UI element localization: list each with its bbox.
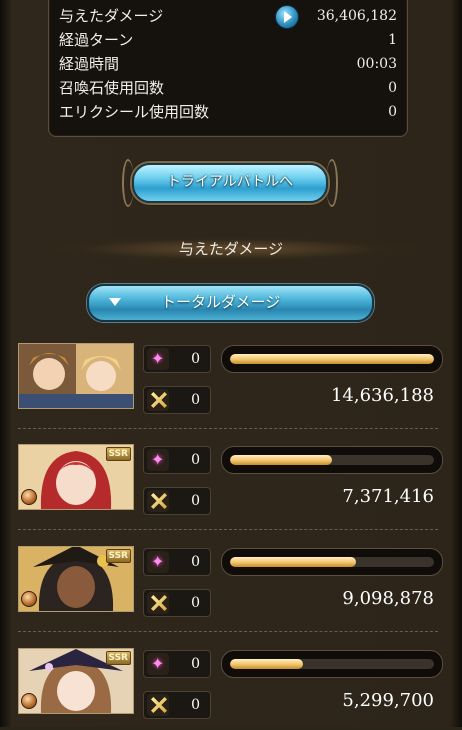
skill-counter: 0 — [143, 386, 211, 414]
damage-bar-fill — [230, 659, 304, 669]
caret-down-icon — [109, 298, 121, 306]
stat-row-time: 経過時間 00:03 — [57, 53, 399, 75]
stat-value: 0 — [388, 80, 397, 96]
character-row: SSR ✦ 0 0 7,371,416 — [18, 444, 444, 526]
stat-value: 36,406,182 — [316, 8, 397, 24]
stat-label: 召喚石使用回数 — [59, 79, 165, 97]
element-icon — [21, 693, 37, 709]
ornament-left — [122, 159, 134, 207]
trial-battle-label: トライアルバトルへ — [166, 174, 294, 190]
stat-row-turns: 経過ターン 1 — [57, 29, 399, 51]
row-divider — [18, 631, 438, 632]
stat-value: 1 — [388, 32, 397, 48]
skill-counter: 0 — [143, 589, 211, 617]
section-title: 与えたダメージ — [178, 240, 284, 258]
crossed-swords-icon — [147, 694, 169, 716]
rarity-badge: SSR — [105, 549, 131, 563]
witch-hat-character-portrait[interactable]: SSR — [18, 648, 134, 714]
character-damage: 7,371,416 — [342, 486, 434, 507]
stat-value: 0 — [388, 104, 397, 120]
ougi-counter: ✦ 0 — [143, 650, 211, 678]
ougi-count: 0 — [191, 452, 200, 468]
character-row: SSR ✦ 0 0 9,098,878 — [18, 546, 444, 628]
damage-bar-fill — [230, 455, 332, 465]
character-damage: 9,098,878 — [342, 588, 434, 609]
ougi-counter: ✦ 0 — [143, 548, 211, 576]
skill-count: 0 — [191, 697, 200, 713]
damage-type-dropdown[interactable]: トータルダメージ — [87, 284, 374, 322]
crossed-swords-icon — [147, 389, 169, 411]
ougi-count: 0 — [191, 351, 200, 367]
rarity-badge: SSR — [105, 651, 131, 665]
sparkle-icon: ✦ — [147, 449, 169, 471]
stat-label: 与えたダメージ — [59, 7, 164, 25]
red-hair-character-portrait[interactable]: SSR — [18, 444, 134, 510]
skill-counter: 0 — [143, 691, 211, 719]
ougi-counter: ✦ 0 — [143, 446, 211, 474]
crossed-swords-icon — [147, 490, 169, 512]
skill-counter: 0 — [143, 487, 211, 515]
ougi-counter: ✦ 0 — [143, 345, 211, 373]
stat-label: エリクシール使用回数 — [59, 103, 210, 121]
stat-value: 00:03 — [356, 56, 397, 72]
stat-row-summon-uses: 召喚石使用回数 0 — [57, 77, 399, 99]
sparkle-icon: ✦ — [147, 653, 169, 675]
element-icon — [21, 591, 37, 607]
battle-stats-panel: 与えたダメージ 36,406,182 経過ターン 1 経過時間 00:03 召喚… — [48, 0, 408, 137]
ougi-count: 0 — [191, 554, 200, 570]
skill-count: 0 — [191, 392, 200, 408]
character-row: ✦ 0 0 14,636,188 — [18, 343, 444, 425]
character-damage: 5,299,700 — [342, 690, 434, 711]
row-divider — [18, 428, 438, 429]
sparkle-icon: ✦ — [147, 348, 169, 370]
stat-label: 経過時間 — [59, 55, 120, 73]
character-row: SSR ✦ 0 0 5,299,700 — [18, 648, 444, 730]
duo-hero-portrait[interactable] — [18, 343, 134, 409]
rarity-badge: SSR — [105, 447, 131, 461]
skill-count: 0 — [191, 595, 200, 611]
ougi-count: 0 — [191, 656, 200, 672]
play-icon[interactable] — [275, 5, 299, 29]
ornament-right — [326, 159, 338, 207]
damage-bar-fill — [230, 557, 357, 567]
element-icon — [21, 489, 37, 505]
row-divider — [18, 529, 438, 530]
dark-skin-character-portrait[interactable]: SSR — [18, 546, 134, 612]
dropdown-selected-label: トータルダメージ — [161, 293, 281, 311]
character-damage: 14,636,188 — [330, 385, 434, 406]
damage-bar — [221, 446, 443, 474]
skill-count: 0 — [191, 493, 200, 509]
stat-label: 経過ターン — [59, 31, 134, 49]
damage-bar — [221, 345, 443, 373]
crossed-swords-icon — [147, 592, 169, 614]
trial-battle-button[interactable]: トライアルバトルへ — [122, 159, 338, 207]
damage-bar-fill — [230, 354, 434, 364]
sparkle-icon: ✦ — [147, 551, 169, 573]
damage-bar — [221, 548, 443, 576]
stat-row-damage: 与えたダメージ 36,406,182 — [57, 5, 399, 29]
stat-row-elixir-uses: エリクシール使用回数 0 — [57, 101, 399, 123]
damage-bar — [221, 650, 443, 678]
